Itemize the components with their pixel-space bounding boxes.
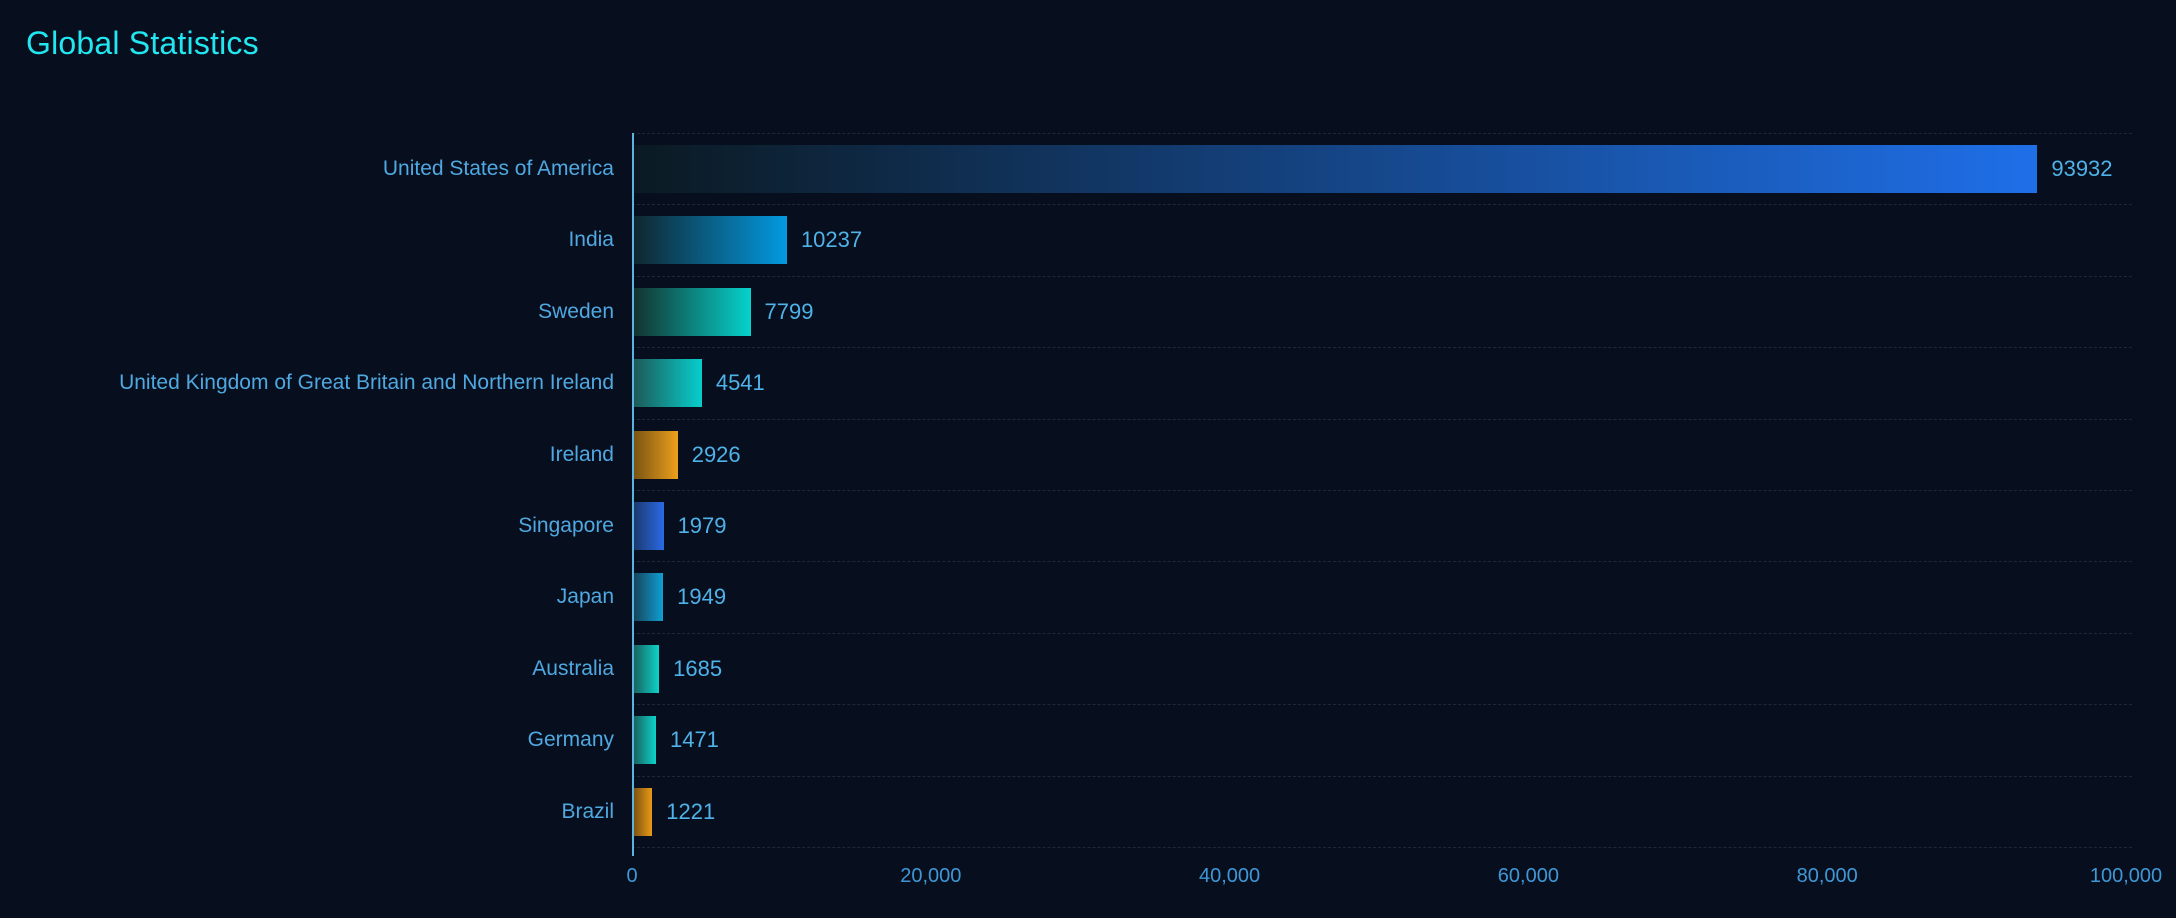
category-label[interactable]: Brazil [0, 788, 614, 836]
category-label[interactable]: Sweden [0, 288, 614, 336]
category-label[interactable]: India [0, 216, 614, 264]
bar[interactable] [634, 359, 702, 408]
bar-value-label: 1685 [673, 655, 723, 681]
category-label[interactable]: Japan [0, 573, 614, 621]
gridline [632, 275, 2132, 277]
gridline [632, 775, 2132, 777]
category-label[interactable]: United States of America [0, 145, 614, 193]
bar-value-label: 93932 [2051, 156, 2113, 181]
bar[interactable] [634, 573, 664, 622]
bar[interactable] [634, 145, 2038, 193]
bar-value-label: 2926 [691, 441, 741, 467]
gridline [632, 418, 2132, 420]
gridline [632, 847, 2132, 848]
category-label[interactable]: Ireland [0, 431, 614, 479]
category-label[interactable]: Singapore [0, 502, 614, 550]
x-axis-tick-label: 20,000 [900, 865, 962, 887]
bar[interactable] [634, 787, 653, 836]
bar-value-label: 10237 [800, 227, 863, 253]
bar-value-label: 1221 [666, 798, 716, 824]
bar[interactable] [634, 716, 656, 765]
bar-value-label: 1471 [669, 727, 719, 753]
bar[interactable] [634, 430, 678, 479]
gridline [632, 133, 2132, 134]
gridline [632, 632, 2132, 634]
category-label[interactable]: Germany [0, 716, 614, 764]
x-axis-tick-label: 40,000 [1199, 865, 1261, 887]
gridline [632, 490, 2132, 491]
x-axis-tick-label: 0 [626, 865, 638, 887]
bar-value-label: 7799 [764, 298, 814, 324]
bar-value-label: 1979 [677, 513, 727, 538]
bar[interactable] [634, 502, 664, 550]
bar[interactable] [634, 287, 751, 336]
gridline [632, 561, 2132, 563]
gridline [632, 704, 2132, 706]
x-axis-tick-label: 100,000 [2089, 865, 2163, 887]
gridline [632, 347, 2132, 349]
category-label[interactable]: United Kingdom of Great Britain and Nort… [0, 359, 614, 407]
x-axis-tick-label: 60,000 [1497, 865, 1559, 887]
gridline [632, 204, 2132, 206]
x-axis-tick-label: 80,000 [1796, 865, 1858, 887]
bar[interactable] [634, 216, 787, 265]
bar-value-label: 1949 [677, 584, 727, 610]
bar-value-label: 4541 [715, 370, 765, 396]
category-label[interactable]: Australia [0, 645, 614, 693]
bar-chart: Global Statistics United States of Ameri… [0, 0, 2176, 918]
bar[interactable] [634, 644, 660, 693]
